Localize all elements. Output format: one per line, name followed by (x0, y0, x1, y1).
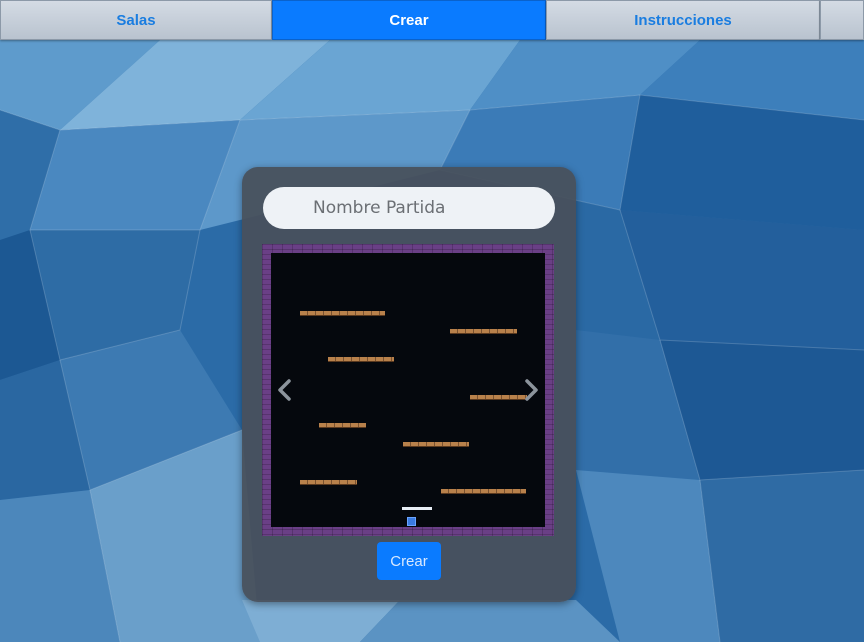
map-carousel (262, 244, 554, 536)
carousel-prev-button[interactable] (272, 375, 296, 405)
tab-salas[interactable]: Salas (0, 0, 272, 40)
map-floor (271, 253, 545, 527)
player-sprite (407, 517, 416, 526)
tab-extra[interactable] (820, 0, 864, 40)
tab-instrucciones[interactable]: Instrucciones (546, 0, 820, 40)
chevron-right-icon (525, 379, 538, 401)
chevron-left-icon (278, 379, 291, 401)
platform (450, 329, 517, 333)
platform (300, 480, 357, 484)
game-name-input[interactable] (263, 187, 555, 229)
platform (300, 311, 385, 315)
tab-crear[interactable]: Crear (272, 0, 546, 40)
create-button[interactable]: Crear (377, 542, 441, 580)
top-navigation: Salas Crear Instrucciones (0, 0, 864, 42)
create-game-panel: Crear (242, 167, 576, 602)
spawn-marker (402, 507, 432, 510)
tab-crear-label: Crear (389, 11, 429, 29)
platform (328, 357, 394, 361)
tab-salas-label: Salas (116, 11, 156, 29)
carousel-next-button[interactable] (520, 375, 544, 405)
map-preview (262, 244, 554, 536)
tab-instrucciones-label: Instrucciones (634, 11, 732, 29)
platform (403, 442, 469, 446)
platform (470, 395, 527, 399)
platform (319, 423, 366, 427)
platform (441, 489, 526, 493)
